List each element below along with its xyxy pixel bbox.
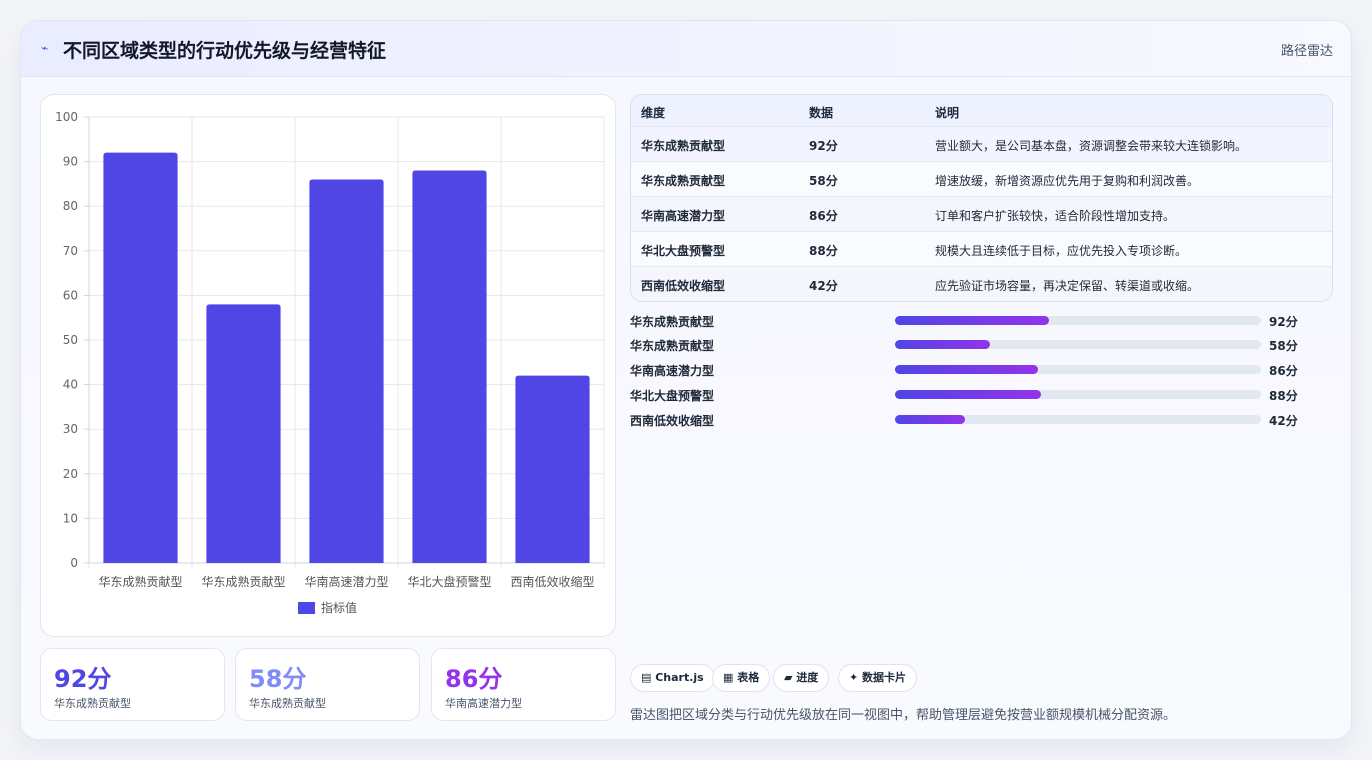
footer-note: 雷达图把区域分类与行动优先级放在同一视图中，帮助管理层避免按营业额规模机械分配资… bbox=[630, 708, 1177, 723]
y-tick-label: 90 bbox=[63, 155, 78, 169]
table-header-row: 维度 数据 说明 bbox=[631, 95, 1332, 127]
kpi-label: 华东成熟贡献型 bbox=[54, 697, 131, 710]
dashboard-card: ⌁ 不同区域类型的行动优先级与经营特征 路径雷达 0 10 20 30 40 50 60 70… bbox=[20, 20, 1352, 740]
tag-progress[interactable]: ▰ 进度 bbox=[773, 664, 830, 692]
y-tick-label: 10 bbox=[63, 511, 78, 525]
progress-label: 西南低效收缩型 bbox=[630, 414, 715, 428]
progress-track bbox=[895, 415, 1261, 424]
table-cell: 西南低效收缩型 bbox=[641, 279, 726, 293]
header: ⌁ 不同区域类型的行动优先级与经营特征 路径雷达 bbox=[21, 21, 1351, 77]
progress-value: 58分 bbox=[1269, 339, 1298, 353]
table-cell: 华北大盘预警型 bbox=[641, 244, 726, 258]
bar-chart-svg: 0 10 20 30 40 50 60 70 80 90 100 华东成熟贡献型 华东成熟贡献型 华南高速… bbox=[55, 110, 605, 615]
y-tick-label: 30 bbox=[63, 422, 78, 436]
kpi-label: 华东成熟贡献型 bbox=[249, 697, 326, 710]
tag-data-card[interactable]: ✦ 数据卡片 bbox=[838, 664, 918, 692]
table-cell: 88分 bbox=[809, 244, 838, 258]
progress-row: 华北大盘预警型 88分 bbox=[630, 385, 1333, 405]
kpi-label: 华南高速潜力型 bbox=[445, 697, 522, 710]
progress-label: 华北大盘预警型 bbox=[630, 389, 715, 403]
kpi-value: 86分 bbox=[445, 665, 503, 693]
progress-fill bbox=[895, 365, 1038, 374]
page-title: 不同区域类型的行动优先级与经营特征 bbox=[63, 40, 387, 62]
table-cell: 应先验证市场容量，再决定保留、转渠道或收缩。 bbox=[935, 279, 1200, 293]
bar bbox=[206, 304, 281, 563]
progress-row: 华东成熟贡献型 58分 bbox=[630, 335, 1333, 355]
y-tick-label: 0 bbox=[70, 556, 78, 570]
progress-row: 华东成熟贡献型 92分 bbox=[630, 311, 1333, 331]
x-tick-label: 华北大盘预警型 bbox=[407, 574, 491, 589]
progress-label: 华南高速潜力型 bbox=[630, 364, 715, 378]
table-cell: 92分 bbox=[809, 139, 838, 153]
table-header-cell: 维度 bbox=[641, 106, 666, 120]
table-cell: 规模大且连续低于目标，应优先投入专项诊断。 bbox=[935, 244, 1188, 258]
bar bbox=[515, 375, 590, 563]
y-tick-label: 80 bbox=[63, 199, 78, 213]
x-tick-label: 华东成熟贡献型 bbox=[201, 574, 285, 589]
table-row: 华南高速潜力型 86分 订单和客户扩张较快，适合阶段性增加支持。 bbox=[631, 197, 1332, 232]
progress-label: 华东成熟贡献型 bbox=[630, 315, 715, 329]
legend-label: 指标值 bbox=[321, 600, 357, 615]
table-row: 西南低效收缩型 42分 应先验证市场容量，再决定保留、转渠道或收缩。 bbox=[631, 267, 1332, 301]
table-header-cell: 说明 bbox=[935, 106, 960, 120]
legend-swatch bbox=[298, 602, 315, 614]
x-tick-label: 华南高速潜力型 bbox=[304, 574, 388, 589]
table-cell: 华南高速潜力型 bbox=[641, 209, 726, 223]
table-cell: 华东成熟贡献型 bbox=[641, 174, 726, 188]
table-cell: 订单和客户扩张较快，适合阶段性增加支持。 bbox=[935, 209, 1176, 223]
bar bbox=[412, 170, 487, 563]
y-tick-label: 50 bbox=[63, 333, 78, 347]
progress-track bbox=[895, 340, 1261, 349]
table-row: 华东成熟贡献型 92分 营业额大，是公司基本盘，资源调整会带来较大连锁影响。 bbox=[631, 127, 1332, 162]
progress-value: 42分 bbox=[1269, 414, 1298, 428]
kpi-value: 58分 bbox=[249, 665, 307, 693]
progress-value: 86分 bbox=[1269, 364, 1298, 378]
progress-value: 92分 bbox=[1269, 315, 1298, 329]
table-row: 华东成熟贡献型 58分 增速放缓，新增资源应优先用于复购和利润改善。 bbox=[631, 162, 1332, 197]
y-tick-label: 40 bbox=[63, 378, 78, 392]
table-row: 华北大盘预警型 88分 规模大且连续低于目标，应优先投入专项诊断。 bbox=[631, 232, 1332, 267]
bar-chart: 0 10 20 30 40 50 60 70 80 90 100 华东成熟贡献型 华东成熟贡献型 华南高速… bbox=[40, 94, 616, 637]
table-cell: 增速放缓，新增资源应优先用于复购和利润改善。 bbox=[935, 174, 1200, 188]
x-tick-label: 华东成熟贡献型 bbox=[98, 574, 182, 589]
progress-track bbox=[895, 316, 1261, 325]
y-tick-label: 100 bbox=[55, 110, 78, 124]
tag-table[interactable]: ▦ 表格 bbox=[712, 664, 771, 692]
progress-track bbox=[895, 365, 1261, 374]
progress-fill bbox=[895, 316, 1049, 325]
progress-row: 西南低效收缩型 42分 bbox=[630, 410, 1333, 430]
y-tick-label: 20 bbox=[63, 467, 78, 481]
table-cell: 42分 bbox=[809, 279, 838, 293]
progress-value: 88分 bbox=[1269, 389, 1298, 403]
tag-chartjs[interactable]: ▤ Chart.js bbox=[630, 664, 715, 692]
bar bbox=[309, 179, 384, 563]
table-cell: 华东成熟贡献型 bbox=[641, 139, 726, 153]
table-cell: 营业额大，是公司基本盘，资源调整会带来较大连锁影响。 bbox=[935, 139, 1248, 153]
kpi-value: 92分 bbox=[54, 665, 112, 693]
progress-track bbox=[895, 390, 1261, 399]
data-table: 维度 数据 说明 华东成熟贡献型 92分 营业额大，是公司基本盘，资源调整会带来… bbox=[630, 94, 1333, 302]
kpi-card: 58分 华东成熟贡献型 bbox=[235, 648, 420, 721]
table-header-cell: 数据 bbox=[809, 106, 834, 120]
progress-fill bbox=[895, 340, 991, 349]
kpi-card: 92分 华东成熟贡献型 bbox=[40, 648, 225, 721]
progress-label: 华东成熟贡献型 bbox=[630, 339, 715, 353]
y-tick-label: 60 bbox=[63, 288, 78, 302]
bar bbox=[103, 152, 178, 563]
table-cell: 58分 bbox=[809, 174, 838, 188]
header-right-label[interactable]: 路径雷达 bbox=[1281, 40, 1333, 59]
progress-row: 华南高速潜力型 86分 bbox=[630, 360, 1333, 380]
table-cell: 86分 bbox=[809, 209, 838, 223]
progress-fill bbox=[895, 415, 965, 424]
x-tick-label: 西南低效收缩型 bbox=[510, 574, 594, 589]
kpi-card: 86分 华南高速潜力型 bbox=[431, 648, 616, 721]
y-tick-label: 70 bbox=[63, 244, 78, 258]
progress-fill bbox=[895, 390, 1042, 399]
pulse-icon: ⌁ bbox=[41, 41, 49, 55]
